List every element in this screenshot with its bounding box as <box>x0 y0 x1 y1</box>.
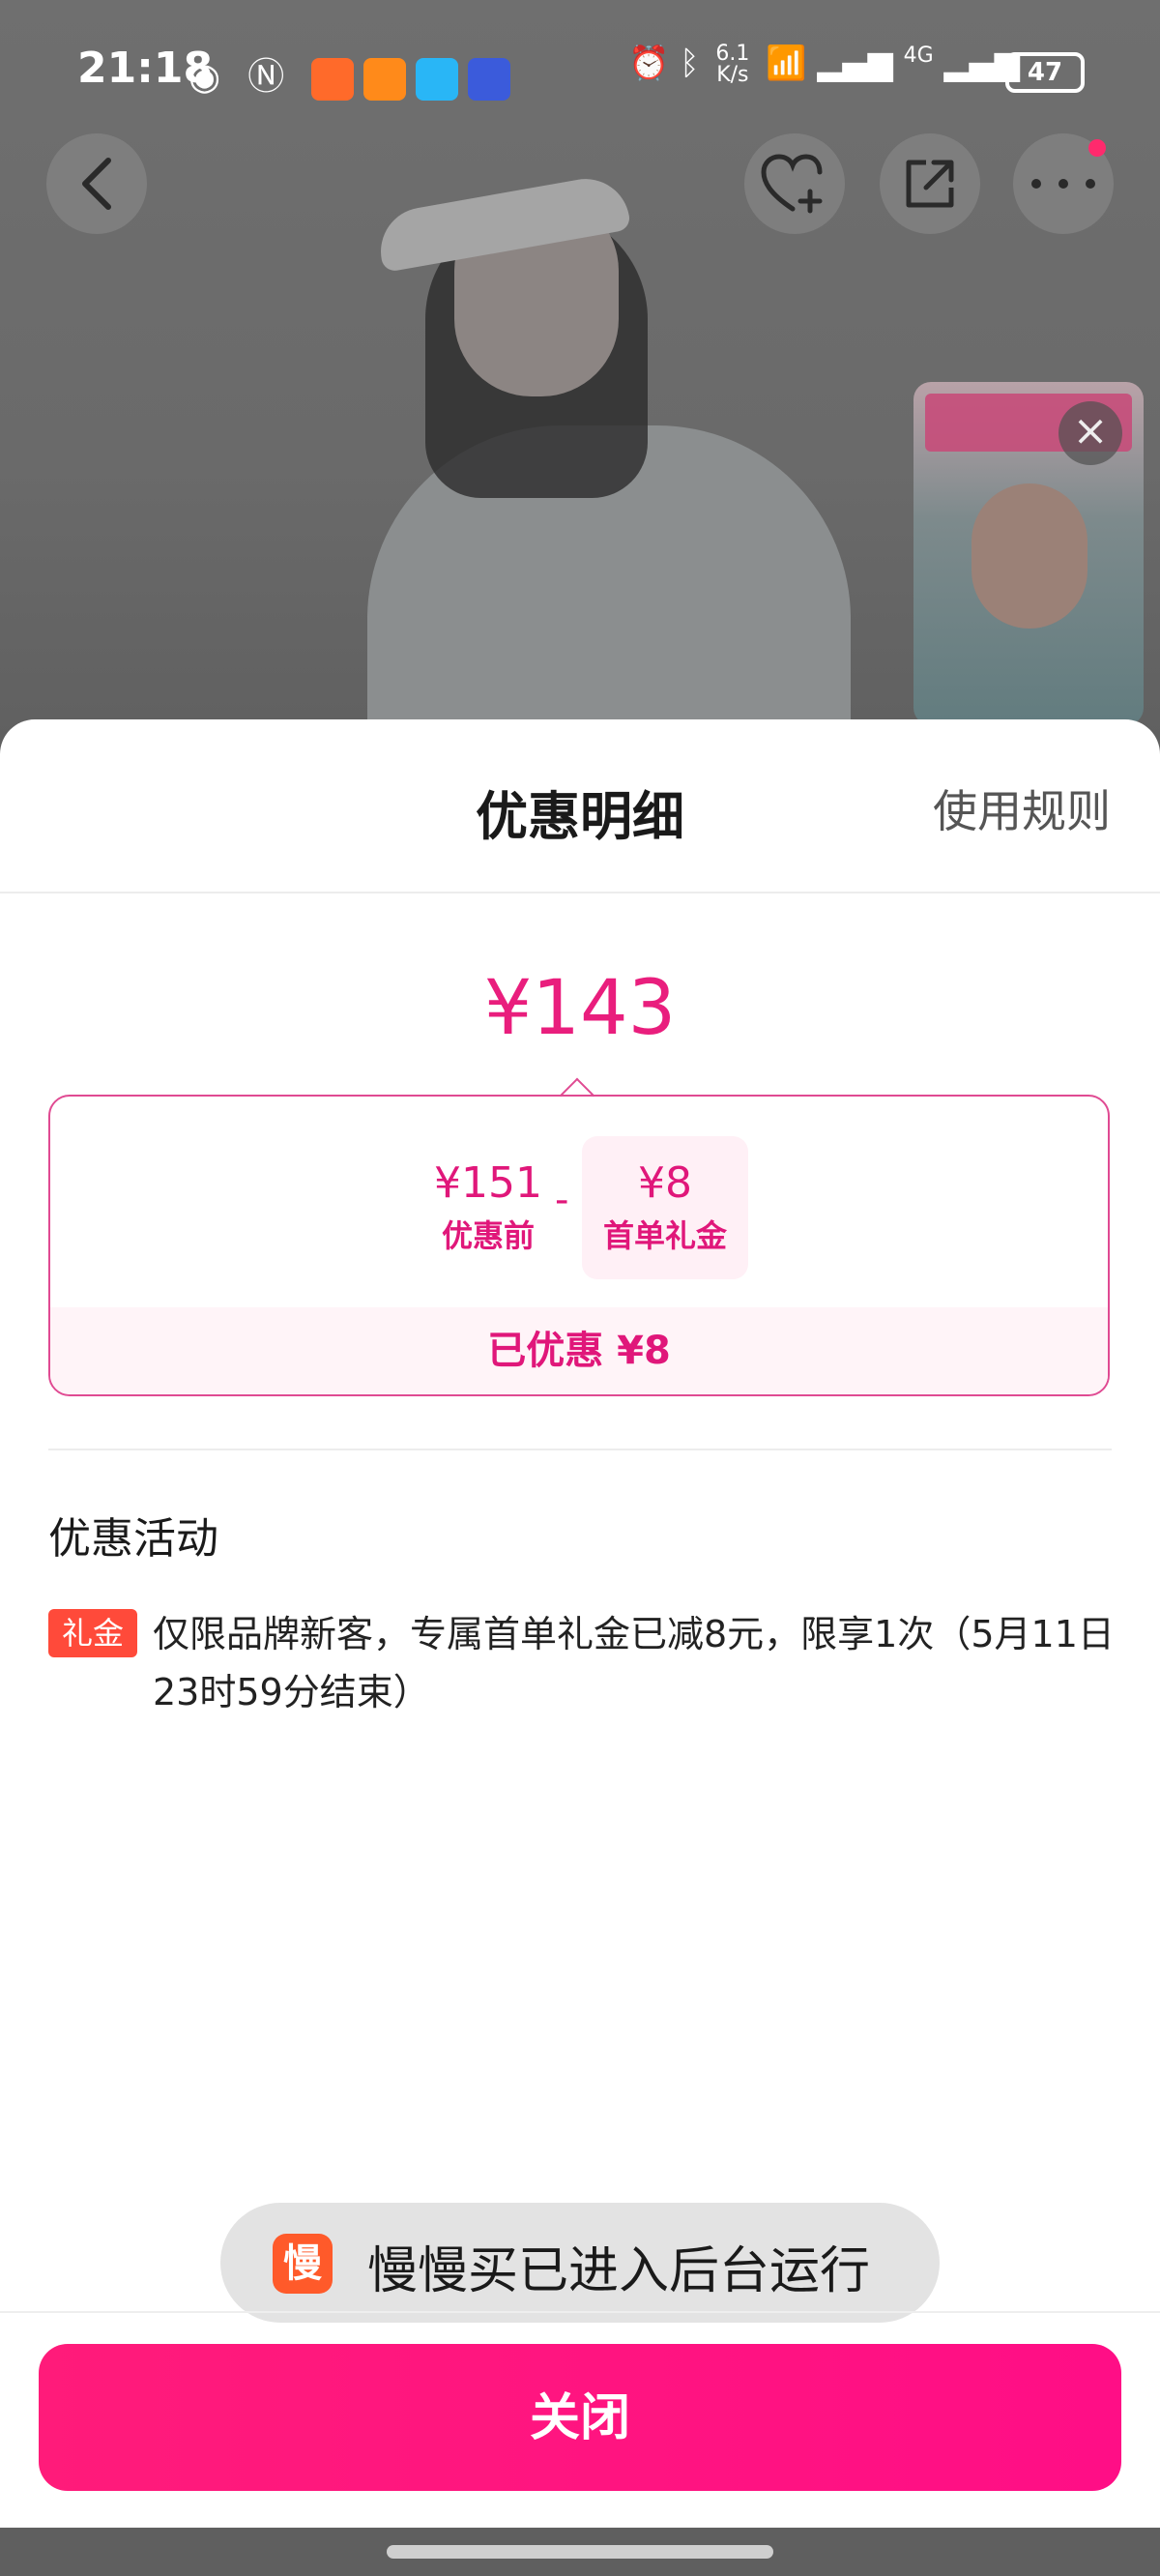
close-icon: × <box>1072 406 1109 455</box>
eye-icon: ◉ <box>188 55 229 98</box>
floating-video[interactable]: × <box>914 382 1144 725</box>
alarm-icon: ⏰ <box>628 44 670 83</box>
weibo-icon <box>363 57 407 101</box>
wifi-icon: 📶 <box>766 44 807 83</box>
toast-text: 慢慢买已进入后台运行 <box>367 2242 871 2300</box>
more-icon <box>1031 179 1095 189</box>
favorite-button[interactable] <box>744 133 845 234</box>
activities-title: 优惠活动 <box>48 1514 218 1564</box>
usage-rules-link[interactable]: 使用规则 <box>933 776 1111 840</box>
notification-dot <box>1088 139 1106 157</box>
close-button[interactable]: 关闭 <box>39 2344 1121 2491</box>
gift-tag: 礼金 <box>48 1609 137 1657</box>
activity-description: 仅限品牌新客，专属首单礼金已减8元，限享1次（5月11日23时59分结束） <box>153 1613 1115 1713</box>
manmanmai-app-icon: 慢 <box>273 2234 333 2294</box>
app-notification-icon <box>311 57 355 101</box>
original-price-value: ¥151 <box>434 1158 542 1208</box>
saved-amount: 已优惠 ¥8 <box>50 1307 1108 1394</box>
share-button[interactable] <box>880 133 980 234</box>
network-type: 4G <box>903 44 934 68</box>
original-price-block: ¥151 优惠前 <box>425 1158 551 1256</box>
divider <box>0 2311 1160 2313</box>
video-presenter <box>972 483 1088 629</box>
battery-indicator: 47 <box>1005 52 1085 93</box>
tieba-icon <box>468 57 511 101</box>
back-icon <box>82 158 111 210</box>
share-icon <box>906 160 954 208</box>
price-breakdown-card: 已优惠 ¥8 <box>48 1095 1110 1396</box>
final-price: ¥143 <box>483 965 677 1052</box>
net-speed-unit: K/s <box>716 63 749 87</box>
nfc-icon: Ⓝ <box>247 55 293 98</box>
status-right-icons: ⏰ ᛒ 6.1 K/s 📶 ▂▄▆ 4G ▂▄▆ <box>628 44 1020 86</box>
divider <box>0 892 1160 893</box>
bluetooth-icon: ᛒ <box>680 44 700 83</box>
back-button[interactable] <box>46 133 147 234</box>
status-left-icons: ◉ Ⓝ <box>188 46 520 101</box>
discount-block: ¥8 首单礼金 <box>582 1158 748 1256</box>
heart-plus-icon <box>761 154 823 214</box>
original-price-label: 优惠前 <box>441 1217 535 1254</box>
discount-label: 首单礼金 <box>602 1217 727 1254</box>
close-video-button[interactable]: × <box>1058 401 1122 465</box>
net-speed: 6.1 K/s <box>715 44 749 86</box>
more-button[interactable] <box>1013 133 1114 234</box>
status-bar: 21:18 ◉ Ⓝ ⏰ ᛒ 6.1 K/s 📶 ▂▄▆ 4G ▂▄▆ 47 <box>0 0 1160 145</box>
divider <box>48 1449 1112 1450</box>
minus-operator: - <box>555 1178 569 1222</box>
home-gesture-bar[interactable] <box>387 2545 773 2559</box>
discount-value: ¥8 <box>638 1158 692 1208</box>
book-icon <box>416 57 459 101</box>
signal-icon: ▂▄▆ <box>817 44 893 83</box>
